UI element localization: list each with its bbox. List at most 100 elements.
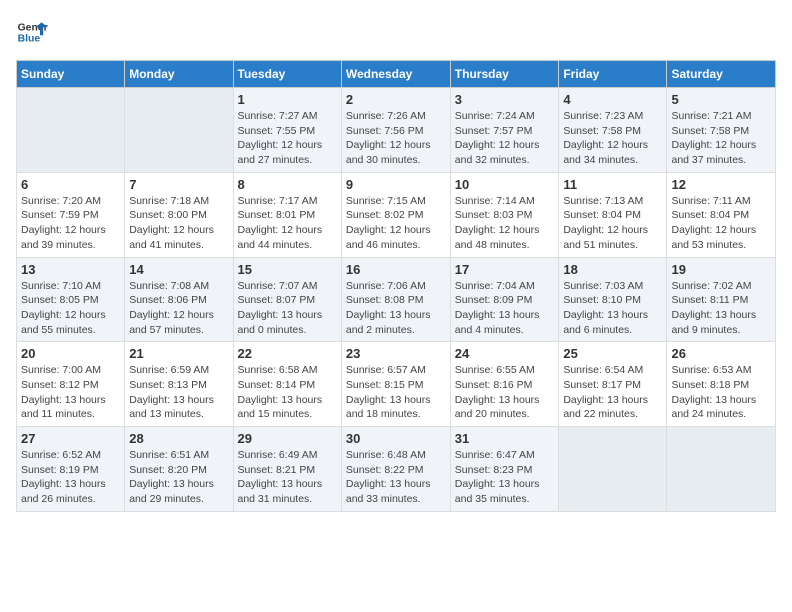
weekday-header-wednesday: Wednesday bbox=[341, 61, 450, 88]
day-number: 15 bbox=[238, 262, 337, 277]
day-info: Sunrise: 7:06 AM Sunset: 8:08 PM Dayligh… bbox=[346, 279, 446, 338]
calendar-day-cell: 7 Sunrise: 7:18 AM Sunset: 8:00 PM Daylig… bbox=[125, 172, 233, 257]
calendar-day-cell bbox=[125, 88, 233, 173]
day-info: Sunrise: 7:08 AM Sunset: 8:06 PM Dayligh… bbox=[129, 279, 228, 338]
day-number: 13 bbox=[21, 262, 120, 277]
day-number: 27 bbox=[21, 431, 120, 446]
calendar-week-row: 20Sunrise: 7:00 AM Sunset: 8:12 PM Dayli… bbox=[17, 342, 776, 427]
day-number: 8 bbox=[238, 177, 337, 192]
calendar-day-cell: 22 Sunrise: 6:58 AM Sunset: 8:14 PM Dayli… bbox=[233, 342, 341, 427]
weekday-header-thursday: Thursday bbox=[450, 61, 559, 88]
day-info: Sunrise: 7:07 AM Sunset: 8:07 PM Dayligh… bbox=[238, 279, 337, 338]
calendar-day-cell bbox=[559, 427, 667, 512]
calendar-day-cell: 14 Sunrise: 7:08 AM Sunset: 8:06 PM Dayli… bbox=[125, 257, 233, 342]
day-number: 16 bbox=[346, 262, 446, 277]
calendar-day-cell: 20Sunrise: 7:00 AM Sunset: 8:12 PM Dayli… bbox=[17, 342, 125, 427]
page-header: General Blue bbox=[16, 16, 776, 48]
calendar-day-cell: 1Sunrise: 7:27 AM Sunset: 7:55 PM Daylig… bbox=[233, 88, 341, 173]
day-info: Sunrise: 7:23 AM Sunset: 7:58 PM Dayligh… bbox=[563, 109, 662, 168]
calendar-day-cell: 24 Sunrise: 6:55 AM Sunset: 8:16 PM Dayli… bbox=[450, 342, 559, 427]
day-number: 18 bbox=[563, 262, 662, 277]
day-info: Sunrise: 7:03 AM Sunset: 8:10 PM Dayligh… bbox=[563, 279, 662, 338]
calendar-day-cell: 13 Sunrise: 7:10 AM Sunset: 8:05 PM Dayli… bbox=[17, 257, 125, 342]
day-number: 7 bbox=[129, 177, 228, 192]
calendar-day-cell: 27 Sunrise: 6:52 AM Sunset: 8:19 PM Dayli… bbox=[17, 427, 125, 512]
day-number: 25 bbox=[563, 346, 662, 361]
calendar-day-cell: 12Sunrise: 7:11 AM Sunset: 8:04 PM Dayli… bbox=[667, 172, 776, 257]
calendar-day-cell: 3 Sunrise: 7:24 AM Sunset: 7:57 PM Daylig… bbox=[450, 88, 559, 173]
calendar-day-cell: 9 Sunrise: 7:15 AM Sunset: 8:02 PM Daylig… bbox=[341, 172, 450, 257]
calendar-week-row: 1Sunrise: 7:27 AM Sunset: 7:55 PM Daylig… bbox=[17, 88, 776, 173]
day-info: Sunrise: 7:13 AM Sunset: 8:04 PM Dayligh… bbox=[563, 194, 662, 253]
day-info: Sunrise: 7:04 AM Sunset: 8:09 PM Dayligh… bbox=[455, 279, 555, 338]
calendar-week-row: 27 Sunrise: 6:52 AM Sunset: 8:19 PM Dayli… bbox=[17, 427, 776, 512]
day-info: Sunrise: 6:55 AM Sunset: 8:16 PM Dayligh… bbox=[455, 363, 555, 422]
day-number: 4 bbox=[563, 92, 662, 107]
day-number: 22 bbox=[238, 346, 337, 361]
weekday-header-monday: Monday bbox=[125, 61, 233, 88]
day-info: Sunrise: 7:00 AM Sunset: 8:12 PM Dayligh… bbox=[21, 363, 120, 422]
day-info: Sunrise: 6:53 AM Sunset: 8:18 PM Dayligh… bbox=[671, 363, 771, 422]
day-info: Sunrise: 7:21 AM Sunset: 7:58 PM Dayligh… bbox=[671, 109, 771, 168]
day-info: Sunrise: 7:10 AM Sunset: 8:05 PM Dayligh… bbox=[21, 279, 120, 338]
calendar-week-row: 13 Sunrise: 7:10 AM Sunset: 8:05 PM Dayli… bbox=[17, 257, 776, 342]
calendar-day-cell: 2Sunrise: 7:26 AM Sunset: 7:56 PM Daylig… bbox=[341, 88, 450, 173]
day-info: Sunrise: 7:27 AM Sunset: 7:55 PM Dayligh… bbox=[238, 109, 337, 168]
calendar-header-row: SundayMondayTuesdayWednesdayThursdayFrid… bbox=[17, 61, 776, 88]
calendar-day-cell: 8 Sunrise: 7:17 AM Sunset: 8:01 PM Daylig… bbox=[233, 172, 341, 257]
day-info: Sunrise: 7:11 AM Sunset: 8:04 PM Dayligh… bbox=[671, 194, 771, 253]
day-number: 21 bbox=[129, 346, 228, 361]
day-number: 9 bbox=[346, 177, 446, 192]
day-number: 23 bbox=[346, 346, 446, 361]
day-number: 28 bbox=[129, 431, 228, 446]
calendar-day-cell bbox=[17, 88, 125, 173]
calendar-day-cell: 6Sunrise: 7:20 AM Sunset: 7:59 PM Daylig… bbox=[17, 172, 125, 257]
day-number: 6 bbox=[21, 177, 120, 192]
day-number: 31 bbox=[455, 431, 555, 446]
day-number: 3 bbox=[455, 92, 555, 107]
day-info: Sunrise: 6:52 AM Sunset: 8:19 PM Dayligh… bbox=[21, 448, 120, 507]
calendar-day-cell: 29Sunrise: 6:49 AM Sunset: 8:21 PM Dayli… bbox=[233, 427, 341, 512]
day-number: 24 bbox=[455, 346, 555, 361]
day-number: 5 bbox=[671, 92, 771, 107]
weekday-header-friday: Friday bbox=[559, 61, 667, 88]
calendar-day-cell: 11 Sunrise: 7:13 AM Sunset: 8:04 PM Dayli… bbox=[559, 172, 667, 257]
logo-icon: General Blue bbox=[16, 16, 48, 48]
day-info: Sunrise: 7:14 AM Sunset: 8:03 PM Dayligh… bbox=[455, 194, 555, 253]
weekday-header-saturday: Saturday bbox=[667, 61, 776, 88]
calendar-day-cell: 30Sunrise: 6:48 AM Sunset: 8:22 PM Dayli… bbox=[341, 427, 450, 512]
day-number: 26 bbox=[671, 346, 771, 361]
day-number: 10 bbox=[455, 177, 555, 192]
day-info: Sunrise: 7:17 AM Sunset: 8:01 PM Dayligh… bbox=[238, 194, 337, 253]
logo: General Blue bbox=[16, 16, 48, 48]
day-info: Sunrise: 6:54 AM Sunset: 8:17 PM Dayligh… bbox=[563, 363, 662, 422]
calendar-day-cell: 18 Sunrise: 7:03 AM Sunset: 8:10 PM Dayli… bbox=[559, 257, 667, 342]
day-info: Sunrise: 7:18 AM Sunset: 8:00 PM Dayligh… bbox=[129, 194, 228, 253]
calendar-table: SundayMondayTuesdayWednesdayThursdayFrid… bbox=[16, 60, 776, 512]
day-number: 30 bbox=[346, 431, 446, 446]
day-info: Sunrise: 6:59 AM Sunset: 8:13 PM Dayligh… bbox=[129, 363, 228, 422]
calendar-day-cell: 28Sunrise: 6:51 AM Sunset: 8:20 PM Dayli… bbox=[125, 427, 233, 512]
calendar-day-cell bbox=[667, 427, 776, 512]
weekday-header-tuesday: Tuesday bbox=[233, 61, 341, 88]
calendar-day-cell: 10 Sunrise: 7:14 AM Sunset: 8:03 PM Dayli… bbox=[450, 172, 559, 257]
day-info: Sunrise: 6:58 AM Sunset: 8:14 PM Dayligh… bbox=[238, 363, 337, 422]
calendar-day-cell: 15 Sunrise: 7:07 AM Sunset: 8:07 PM Dayli… bbox=[233, 257, 341, 342]
day-number: 19 bbox=[671, 262, 771, 277]
calendar-day-cell: 26 Sunrise: 6:53 AM Sunset: 8:18 PM Dayli… bbox=[667, 342, 776, 427]
day-number: 14 bbox=[129, 262, 228, 277]
calendar-day-cell: 31 Sunrise: 6:47 AM Sunset: 8:23 PM Dayli… bbox=[450, 427, 559, 512]
calendar-day-cell: 5 Sunrise: 7:21 AM Sunset: 7:58 PM Daylig… bbox=[667, 88, 776, 173]
day-info: Sunrise: 7:26 AM Sunset: 7:56 PM Dayligh… bbox=[346, 109, 446, 168]
day-number: 11 bbox=[563, 177, 662, 192]
day-info: Sunrise: 6:47 AM Sunset: 8:23 PM Dayligh… bbox=[455, 448, 555, 507]
day-info: Sunrise: 7:24 AM Sunset: 7:57 PM Dayligh… bbox=[455, 109, 555, 168]
day-number: 17 bbox=[455, 262, 555, 277]
day-info: Sunrise: 7:02 AM Sunset: 8:11 PM Dayligh… bbox=[671, 279, 771, 338]
calendar-day-cell: 25 Sunrise: 6:54 AM Sunset: 8:17 PM Dayli… bbox=[559, 342, 667, 427]
day-info: Sunrise: 6:57 AM Sunset: 8:15 PM Dayligh… bbox=[346, 363, 446, 422]
day-info: Sunrise: 7:15 AM Sunset: 8:02 PM Dayligh… bbox=[346, 194, 446, 253]
calendar-day-cell: 21 Sunrise: 6:59 AM Sunset: 8:13 PM Dayli… bbox=[125, 342, 233, 427]
calendar-day-cell: 16 Sunrise: 7:06 AM Sunset: 8:08 PM Dayli… bbox=[341, 257, 450, 342]
day-number: 29 bbox=[238, 431, 337, 446]
